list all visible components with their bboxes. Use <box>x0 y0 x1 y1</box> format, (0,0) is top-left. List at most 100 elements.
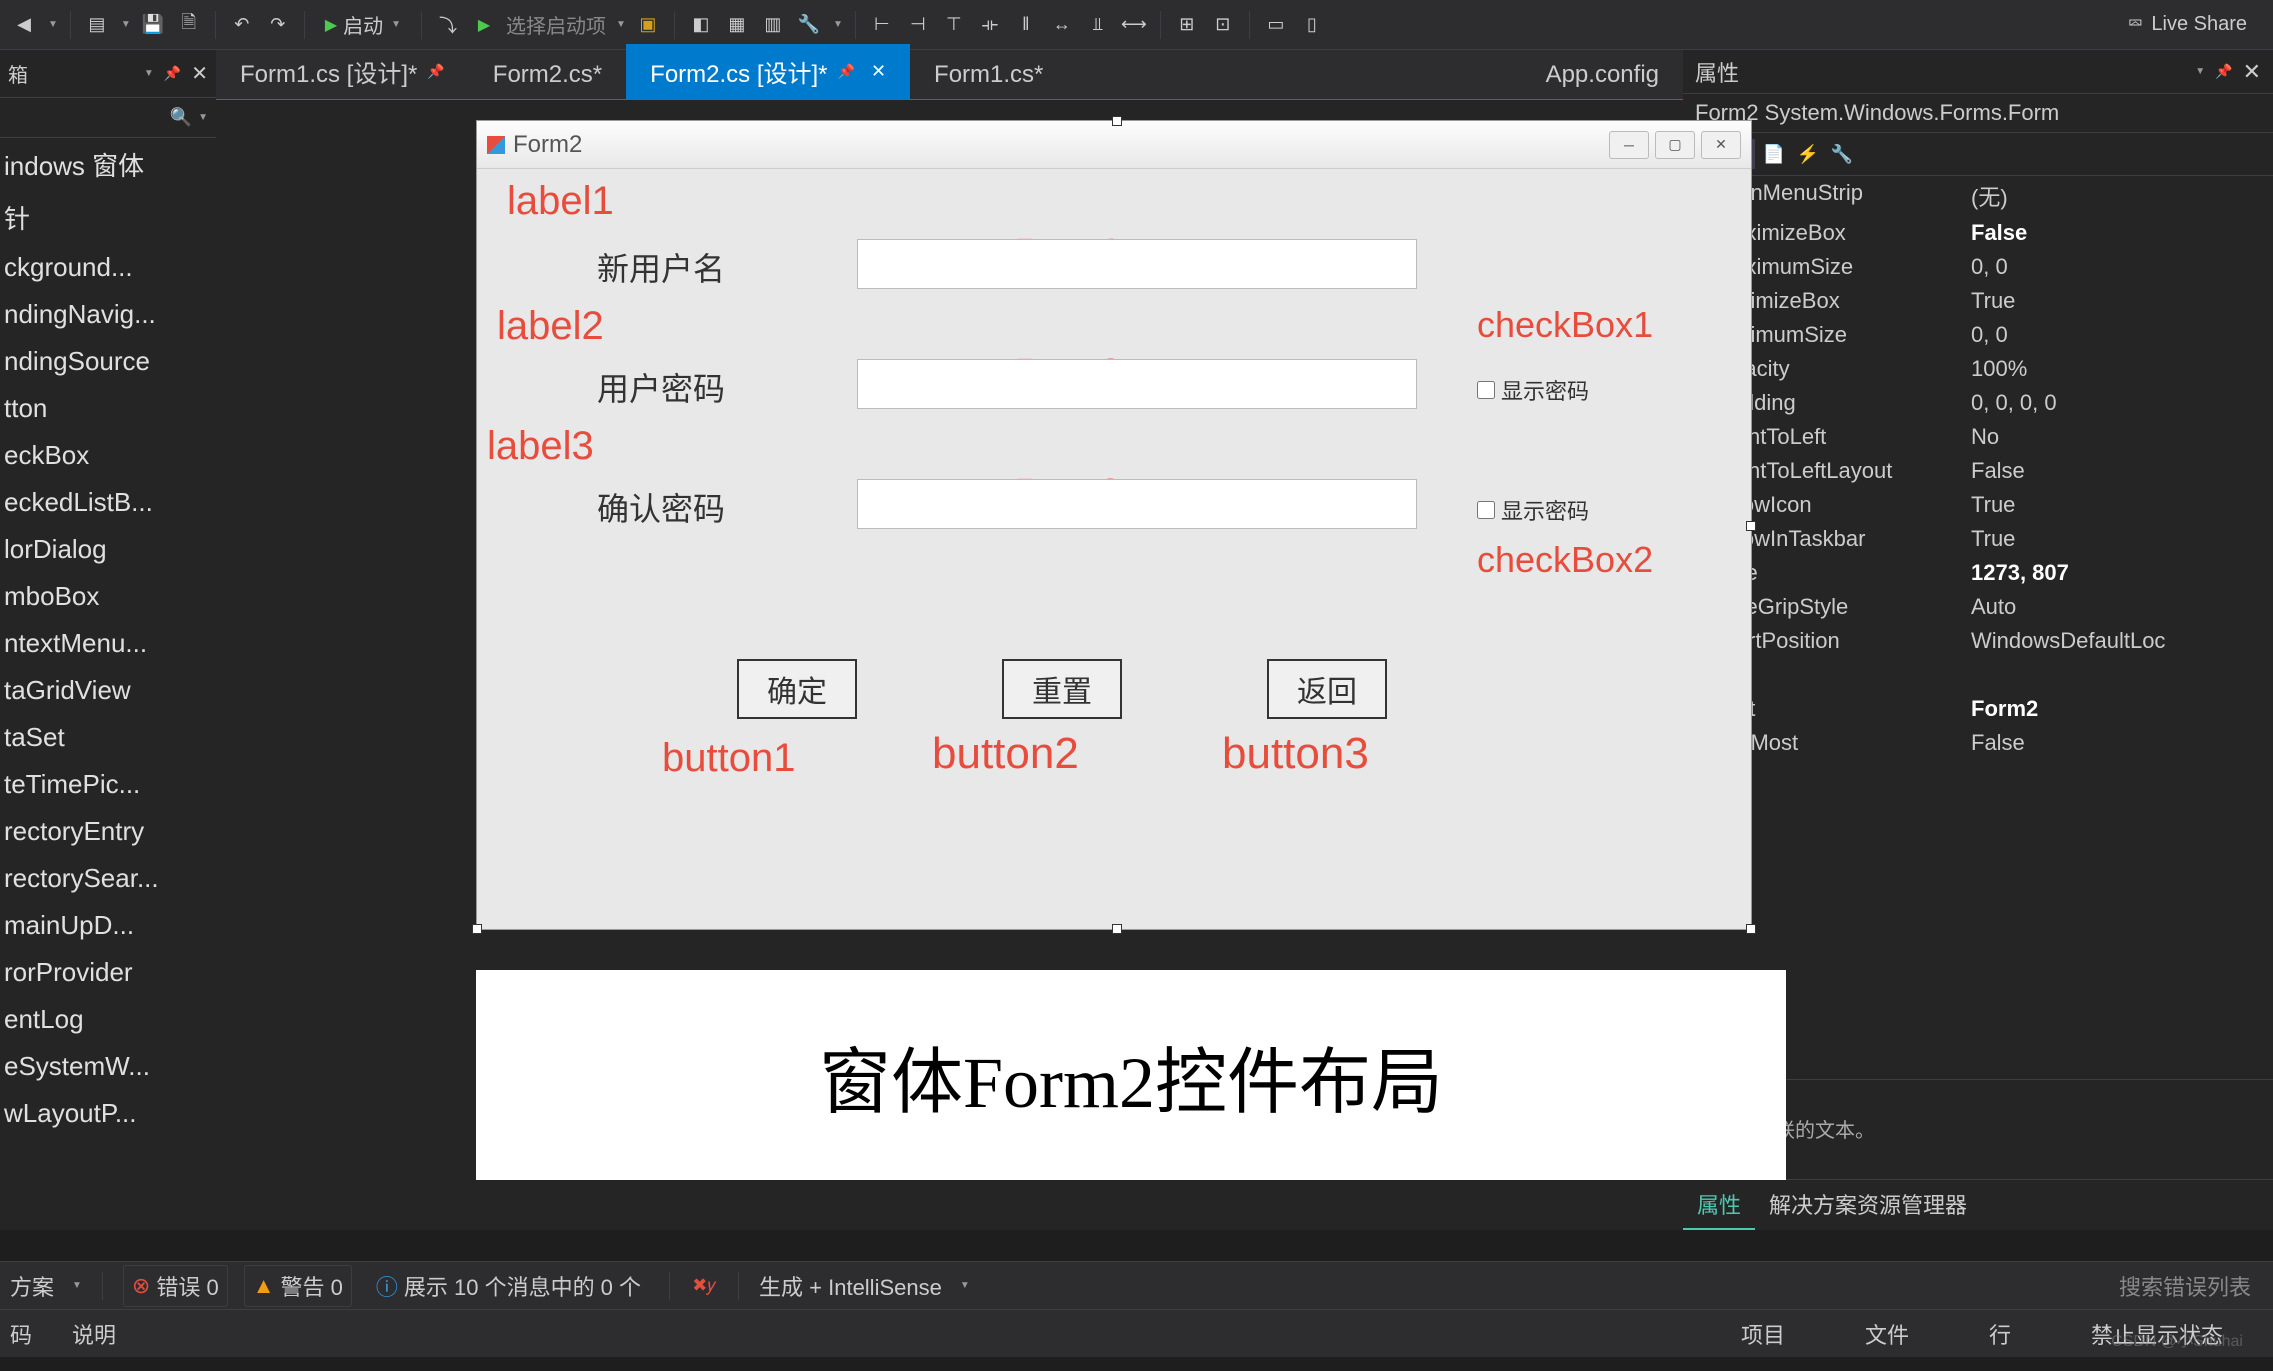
scheme-label[interactable]: 方案 <box>10 1270 54 1302</box>
button2[interactable]: 重置 <box>1002 659 1122 719</box>
document-tab[interactable]: Form1.cs* <box>910 51 1067 99</box>
align7-icon[interactable]: ⫫ <box>1084 11 1112 39</box>
close-button[interactable]: ✕ <box>1701 131 1741 159</box>
property-row[interactable]: RightToLeftNo <box>1683 420 2273 454</box>
toolbox-item[interactable]: indows 窗体 <box>0 138 216 191</box>
select-startup[interactable]: 选择启动项 <box>506 10 606 39</box>
align1-icon[interactable]: ⊢ <box>868 11 896 39</box>
align6-icon[interactable]: ↔ <box>1048 11 1076 39</box>
errors-filter[interactable]: ⊗错误 0 <box>123 1265 228 1307</box>
textbox2[interactable] <box>857 359 1417 409</box>
property-row[interactable]: StartPositionWindowsDefaultLoc <box>1683 624 2273 658</box>
search-icon[interactable]: 🔍 <box>170 107 192 128</box>
save-icon[interactable]: 💾 <box>139 11 167 39</box>
label1[interactable]: 新用户名 <box>597 244 725 290</box>
designer-surface[interactable]: Form2 ─ ▢ ✕ label1 label2 label3 textBox… <box>216 100 1683 1230</box>
info-filter[interactable]: ⓘ展示 10 个消息中的 0 个 <box>368 1266 649 1306</box>
toolbox-item[interactable]: mainUpD... <box>0 902 216 949</box>
toolbox-item[interactable]: rectorySear... <box>0 855 216 902</box>
property-row[interactable]: MainMenuStrip(无) <box>1683 176 2273 216</box>
property-row[interactable]: TextForm2 <box>1683 692 2273 726</box>
property-row[interactable]: ⊞Padding0, 0, 0, 0 <box>1683 386 2273 420</box>
pin-icon[interactable]: 📌 <box>427 63 444 80</box>
col-line[interactable]: 行 <box>1989 1318 2011 1350</box>
close-icon[interactable]: ✕ <box>2243 59 2261 85</box>
live-share-button[interactable]: ⮹Live Share <box>2111 13 2263 36</box>
toolbox-item[interactable]: eckedListB... <box>0 479 216 526</box>
layout1-icon[interactable]: ◧ <box>687 11 715 39</box>
dropdown-icon[interactable]: ▼ <box>144 68 154 79</box>
resize-handle[interactable] <box>1112 116 1122 126</box>
redo-icon[interactable]: ↷ <box>264 11 292 39</box>
toolbox-item[interactable]: entLog <box>0 996 216 1043</box>
document-tab[interactable]: Form2.cs [设计]*📌✕ <box>626 44 910 99</box>
properties-icon[interactable]: 📄 <box>1759 139 1789 169</box>
col-file[interactable]: 文件 <box>1865 1318 1909 1350</box>
layout2-icon[interactable]: ▦ <box>723 11 751 39</box>
continue-icon[interactable]: ▶ <box>470 11 498 39</box>
tab-properties[interactable]: 属性 <box>1683 1180 1755 1230</box>
property-row[interactable]: MinimizeBoxTrue <box>1683 284 2273 318</box>
events-icon[interactable]: ⚡ <box>1793 139 1823 169</box>
folder-icon[interactable]: ▣ <box>634 11 662 39</box>
toolbox-item[interactable]: mboBox <box>0 573 216 620</box>
tab-solution-explorer[interactable]: 解决方案资源管理器 <box>1755 1180 1981 1230</box>
pin-icon[interactable]: 📌 <box>164 65 181 82</box>
toolbox-item[interactable]: lorDialog <box>0 526 216 573</box>
col-desc[interactable]: 说明 <box>72 1318 116 1350</box>
save-all-icon[interactable]: 🗎 <box>175 11 203 39</box>
close-icon[interactable]: ✕ <box>191 61 208 86</box>
toolbox-item[interactable]: ndingSource <box>0 338 216 385</box>
toolbox-item[interactable]: wLayoutP... <box>0 1090 216 1137</box>
resize-handle[interactable] <box>1746 924 1756 934</box>
property-pages-icon[interactable]: 🔧 <box>1827 139 1857 169</box>
layout3-icon[interactable]: ▥ <box>759 11 787 39</box>
warnings-filter[interactable]: ▲警告 0 <box>244 1265 352 1307</box>
label2[interactable]: 用户密码 <box>597 364 725 410</box>
toolbox-item[interactable]: ntextMenu... <box>0 620 216 667</box>
wrench-icon[interactable]: 🔧 <box>795 11 823 39</box>
resize-handle[interactable] <box>472 924 482 934</box>
toolbox-item[interactable]: rectoryEntry <box>0 808 216 855</box>
document-tab[interactable]: App.config <box>1522 51 1683 99</box>
align3-icon[interactable]: ⊤ <box>940 11 968 39</box>
property-row[interactable]: ShowIconTrue <box>1683 488 2273 522</box>
textbox1[interactable] <box>857 239 1417 289</box>
minimize-button[interactable]: ─ <box>1609 131 1649 159</box>
resize-handle[interactable] <box>1112 924 1122 934</box>
toolbox-item[interactable]: tton <box>0 385 216 432</box>
toolbox-item[interactable]: taGridView <box>0 667 216 714</box>
align8-icon[interactable]: ⟷ <box>1120 11 1148 39</box>
checkbox1[interactable]: 显示密码 <box>1477 374 1589 406</box>
textbox3[interactable] <box>857 479 1417 529</box>
property-row[interactable]: Opacity100% <box>1683 352 2273 386</box>
order1-icon[interactable]: ▭ <box>1262 11 1290 39</box>
col-project[interactable]: 项目 <box>1741 1318 1785 1350</box>
toolbox-item[interactable]: rorProvider <box>0 949 216 996</box>
property-row[interactable]: ⊞MinimumSize0, 0 <box>1683 318 2273 352</box>
toolbox-item[interactable]: teTimePic... <box>0 761 216 808</box>
new-icon[interactable]: ▤ <box>83 11 111 39</box>
close-icon[interactable]: ✕ <box>871 61 886 82</box>
order2-icon[interactable]: ▯ <box>1298 11 1326 39</box>
toolbox-item[interactable]: ckground... <box>0 244 216 291</box>
checkbox2[interactable]: 显示密码 <box>1477 494 1589 526</box>
grid1-icon[interactable]: ⊞ <box>1173 11 1201 39</box>
property-row[interactable]: Tag <box>1683 658 2273 692</box>
toolbox-item[interactable]: ndingNavig... <box>0 291 216 338</box>
error-search[interactable]: 搜索错误列表 <box>2107 1266 2263 1306</box>
dropdown-icon[interactable]: ▼ <box>2195 66 2205 77</box>
col-code[interactable]: 码 <box>10 1318 32 1350</box>
build-filter[interactable]: 生成 + IntelliSense <box>759 1270 942 1302</box>
button3[interactable]: 返回 <box>1267 659 1387 719</box>
undo-icon[interactable]: ↶ <box>228 11 256 39</box>
property-row[interactable]: ⊞Size1273, 807 <box>1683 556 2273 590</box>
toolbox-item[interactable]: eSystemW... <box>0 1043 216 1090</box>
nav-back-icon[interactable]: ◀ <box>10 11 38 39</box>
toolbox-item[interactable]: taSet <box>0 714 216 761</box>
selected-object[interactable]: Form2 System.Windows.Forms.Form <box>1683 94 2273 133</box>
button1[interactable]: 确定 <box>737 659 857 719</box>
grid2-icon[interactable]: ⊡ <box>1209 11 1237 39</box>
step-icon[interactable]: ⤵ <box>434 11 462 39</box>
document-tab[interactable]: Form1.cs [设计]*📌 <box>216 44 469 99</box>
